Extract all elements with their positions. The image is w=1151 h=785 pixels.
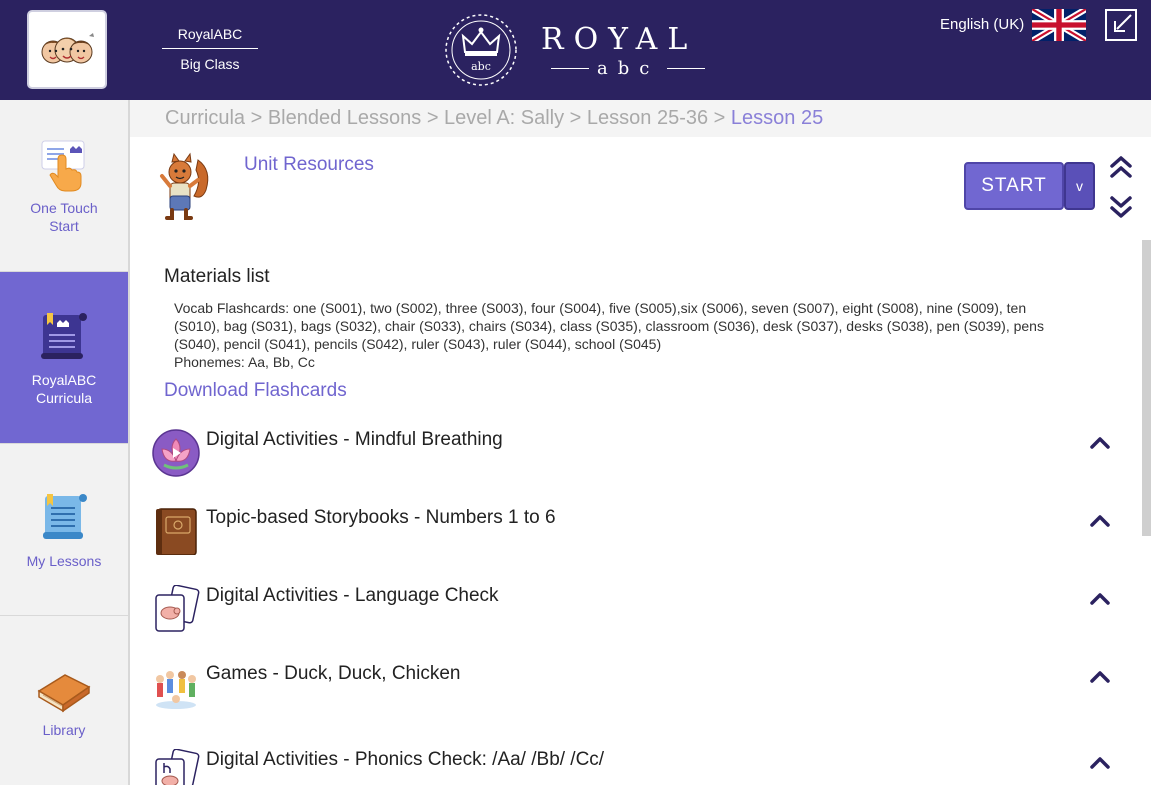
materials-line: Vocab Flashcards: one (S001), two (S002)… [174,300,1027,316]
activity-row[interactable]: Digital Activities - Language Check [150,585,1120,645]
materials-line: (S040), pencil (S041), pencils (S042), r… [174,336,662,352]
unit-resources-title[interactable]: Unit Resources [244,154,374,176]
children-group-icon [156,671,196,709]
top-bar: RoyalABC Big Class abc ROYAL abc English… [0,0,1151,100]
activity-title: Topic-based Storybooks - Numbers 1 to 6 [206,507,556,528]
materials-line: Phonemes: Aa, Bb, Cc [174,354,315,370]
sidebar-item-library[interactable]: Library [0,616,128,785]
sidebar-item-label: My Lessons [26,552,102,569]
lotus-video-icon [152,429,200,477]
chevron-up-icon[interactable] [1088,433,1112,451]
activity-row[interactable]: Digital Activities - Phonics Check: /Aa/… [150,749,1120,785]
class-name: Big Class [180,56,240,72]
sidebar-item-my-lessons[interactable]: My Lessons [0,444,128,616]
royal-abc-logo: abc ROYAL abc [441,12,706,88]
sidebar-item-label: One Touch Start [30,199,98,234]
sidebar: One Touch Start RoyalABC Curricula My Le… [0,100,130,785]
hand-pointer-icon [41,140,85,191]
start-options-dropdown[interactable]: v [1064,162,1095,210]
school-name: RoyalABC [162,26,258,49]
kids-avatar-icon [41,32,94,63]
logo-word: ROYAL [541,22,698,57]
sidebar-item-label: Library [42,721,86,738]
chevron-up-icon[interactable] [1088,511,1112,529]
logo-rule-left [551,68,589,69]
logo-rule-right [667,68,706,69]
storybook-icon [156,508,197,555]
main-content: Curricula > Blended Lessons > Level A: S… [130,100,1151,785]
uk-flag-icon[interactable] [1032,9,1086,41]
activity-title: Digital Activities - Phonics Check: /Aa/… [206,749,605,770]
sidebar-item-one-touch-start[interactable]: One Touch Start [0,100,128,272]
start-button[interactable]: START [964,162,1064,210]
chevron-up-icon[interactable] [1088,667,1112,685]
vertical-scrollbar[interactable] [1142,240,1151,536]
activity-row[interactable]: Digital Activities - Mindful Breathing [150,429,1120,489]
logo-badge-text: abc [471,60,491,73]
expand-all-icon[interactable] [1108,192,1134,220]
class-selector[interactable]: RoyalABC Big Class [162,26,258,72]
phonics-cards-icon [155,749,200,785]
book-icon [37,673,91,712]
language-label[interactable]: English (UK) [940,16,1024,33]
exit-fullscreen-icon [1114,14,1132,32]
materials-list-body: Vocab Flashcards: one (S001), two (S002)… [174,299,1094,371]
download-flashcards-link[interactable]: Download Flashcards [164,380,347,402]
activity-title: Digital Activities - Language Check [206,585,499,606]
crown-wreath-logo: abc [445,14,517,86]
activity-row[interactable]: Topic-based Storybooks - Numbers 1 to 6 [150,507,1120,567]
activity-row[interactable]: Games - Duck, Duck, Chicken [150,663,1120,723]
sidebar-item-label: RoyalABC Curricula [31,371,97,406]
class-avatar-button[interactable] [27,10,107,89]
activity-title: Digital Activities - Mindful Breathing [206,429,503,450]
materials-line: (S010), bag (S031), bags (S032), chair (… [174,318,1044,334]
activity-title: Games - Duck, Duck, Chicken [206,663,461,684]
breadcrumb-trail[interactable]: Curricula > Blended Lessons > Level A: S… [165,107,731,129]
breadcrumb-current: Lesson 25 [730,107,824,129]
chevron-up-icon[interactable] [1088,753,1112,771]
materials-list-heading: Materials list [164,266,270,287]
sidebar-item-royalabc-curricula[interactable]: RoyalABC Curricula [0,272,128,444]
squirrel-mascot-icon [160,152,209,220]
scroll-book-icon [41,312,87,359]
app-root: RoyalABC Big Class abc ROYAL abc English… [0,0,1151,785]
lesson-scroll-icon [43,493,87,539]
exit-fullscreen-button[interactable] [1105,9,1137,41]
logo-sub-text: abc [597,58,660,79]
logo-sub: abc [543,58,713,79]
flashcards-icon [155,585,200,632]
collapse-all-icon[interactable] [1108,154,1134,182]
breadcrumb: Curricula > Blended Lessons > Level A: S… [130,100,1151,137]
chevron-up-icon[interactable] [1088,589,1112,607]
